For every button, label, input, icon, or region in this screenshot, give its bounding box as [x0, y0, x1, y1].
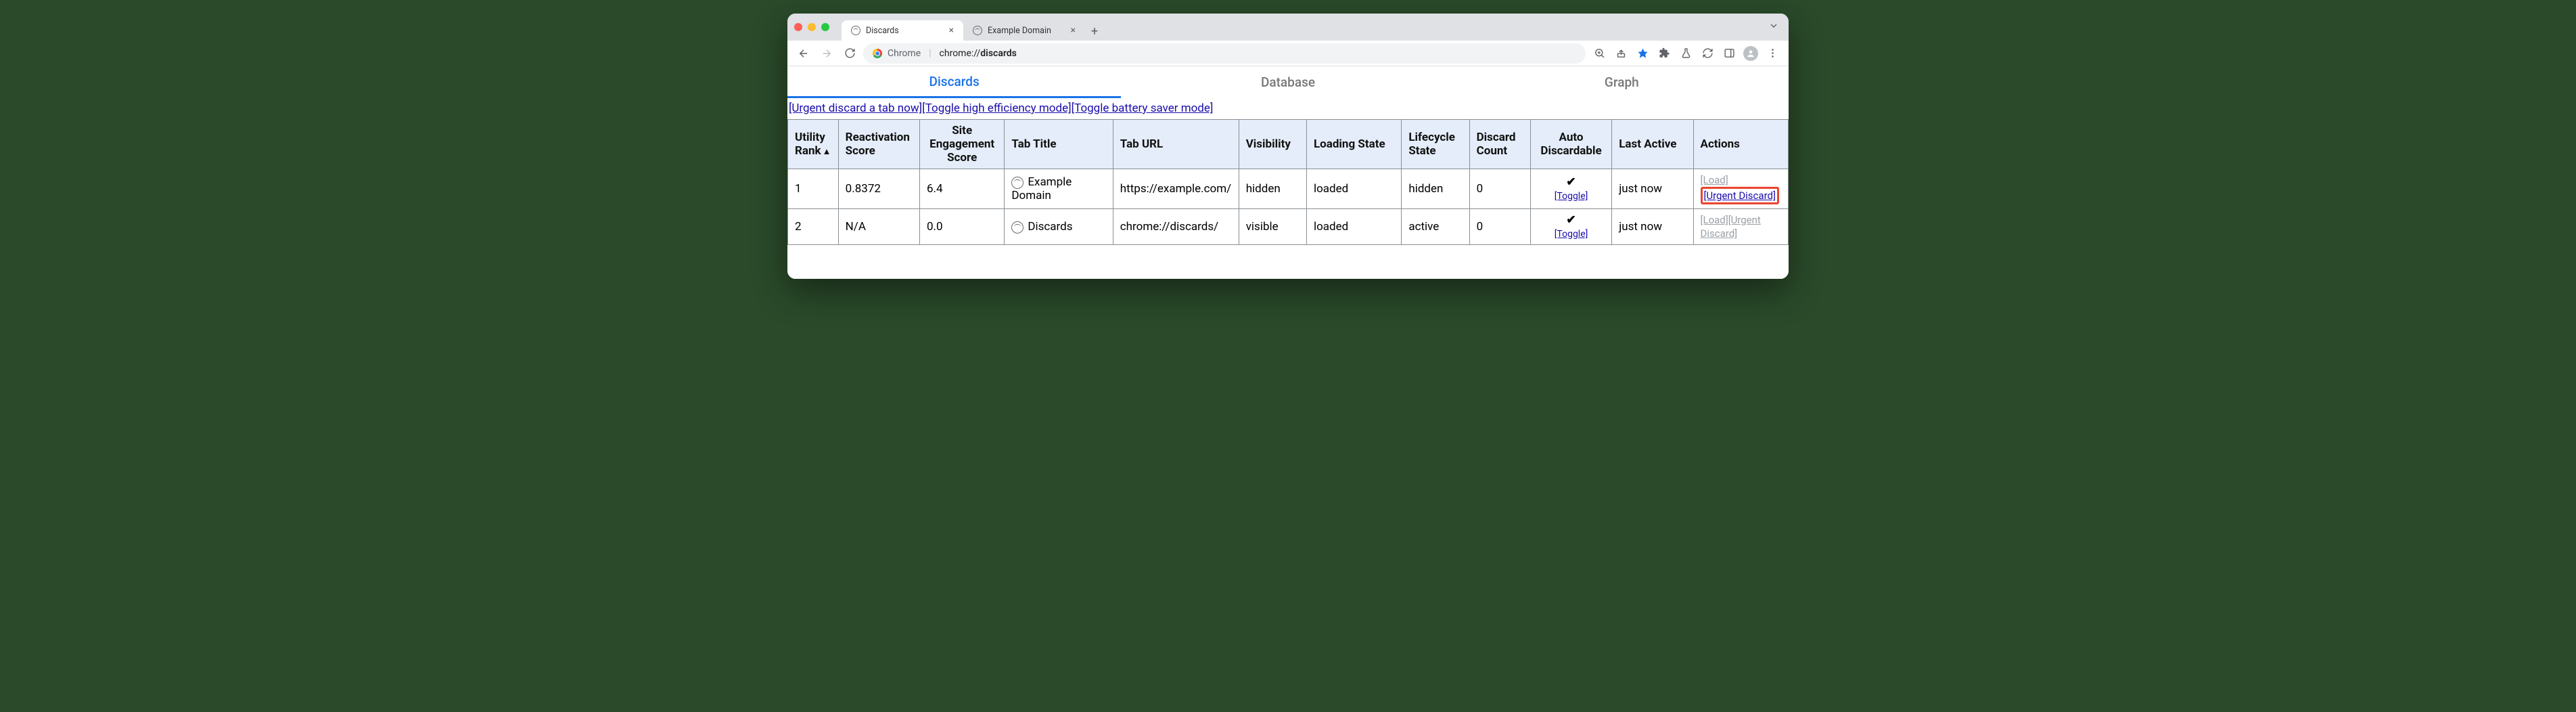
cell-title: Discards: [1005, 209, 1113, 245]
load-action: [Load]: [1701, 214, 1728, 226]
toolbar: Chrome | chrome://discards: [787, 41, 1789, 66]
col-lifecycle[interactable]: Lifecycle State: [1402, 120, 1469, 169]
subtab-database[interactable]: Database: [1121, 66, 1454, 98]
side-panel-icon[interactable]: [1720, 44, 1739, 63]
toggle-auto-discard-link[interactable]: [Toggle]: [1555, 191, 1588, 202]
globe-icon: [1011, 221, 1024, 233]
profile-avatar[interactable]: [1741, 44, 1760, 63]
highlight-box: [Urgent Discard]: [1701, 187, 1779, 204]
toggle-battery-link[interactable]: [Toggle battery saver mode]: [1072, 102, 1214, 115]
col-auto-discard[interactable]: Auto Discardable: [1530, 120, 1611, 169]
cell-reactivation: N/A: [838, 209, 919, 245]
urgent-discard-action[interactable]: [Urgent Discard]: [1704, 190, 1776, 202]
cell-url: https://example.com/: [1113, 169, 1239, 209]
zoom-icon[interactable]: [1590, 44, 1609, 63]
col-discard-count[interactable]: Discard Count: [1469, 120, 1530, 169]
page-tabs: Discards Database Graph: [787, 66, 1789, 99]
kebab-menu-icon[interactable]: [1763, 44, 1782, 63]
titlebar: Discards × Example Domain × +: [787, 14, 1789, 41]
address-bar[interactable]: Chrome | chrome://discards: [863, 43, 1586, 64]
col-tab-title[interactable]: Tab Title: [1005, 120, 1113, 169]
col-loading[interactable]: Loading State: [1306, 120, 1401, 169]
back-button[interactable]: [794, 44, 813, 63]
page-content: Discards Database Graph [Urgent discard …: [787, 66, 1789, 279]
cell-auto-discardable: ✔ [Toggle]: [1530, 169, 1611, 209]
col-visibility[interactable]: Visibility: [1239, 120, 1306, 169]
cell-visibility: visible: [1239, 209, 1306, 245]
cell-lifecycle: hidden: [1402, 169, 1469, 209]
share-icon[interactable]: [1611, 44, 1630, 63]
cell-loading: loaded: [1306, 169, 1401, 209]
tab-title: Example Domain: [988, 26, 1065, 36]
cell-loading: loaded: [1306, 209, 1401, 245]
update-icon[interactable]: [1698, 44, 1717, 63]
sort-asc-icon: ▲: [823, 147, 831, 157]
cell-reactivation: 0.8372: [838, 169, 919, 209]
close-tab-icon[interactable]: ×: [949, 25, 954, 36]
cell-title: Example Domain: [1005, 169, 1113, 209]
cell-actions: [Load] [Urgent Discard]: [1693, 169, 1788, 209]
quick-actions-row: [Urgent discard a tab now][Toggle high e…: [787, 99, 1789, 119]
tab-strip: Discards × Example Domain × +: [842, 14, 1104, 41]
col-actions[interactable]: Actions: [1693, 120, 1788, 169]
new-tab-button[interactable]: +: [1085, 22, 1104, 41]
table-row: 2N/A0.0Discardschrome://discards/visible…: [788, 209, 1789, 245]
labs-icon[interactable]: [1676, 44, 1695, 63]
col-tab-url[interactable]: Tab URL: [1113, 120, 1239, 169]
url-path: chrome://discards: [940, 48, 1017, 59]
subtab-graph[interactable]: Graph: [1455, 66, 1789, 98]
col-engagement[interactable]: Site Engagement Score: [920, 120, 1005, 169]
table-row: 10.83726.4Example Domainhttps://example.…: [788, 169, 1789, 209]
check-icon: ✔: [1538, 213, 1605, 227]
toolbar-actions: [1590, 44, 1782, 63]
minimize-window-button[interactable]: [808, 23, 816, 31]
bookmark-star-icon[interactable]: [1633, 44, 1652, 63]
cell-last-active: just now: [1612, 169, 1693, 209]
cell-rank: 2: [788, 209, 839, 245]
browser-tab[interactable]: Example Domain ×: [963, 20, 1085, 41]
col-reactivation[interactable]: Reactivation Score: [838, 120, 919, 169]
cell-discard-count: 0: [1469, 209, 1530, 245]
globe-icon: [851, 26, 860, 35]
cell-engagement: 6.4: [920, 169, 1005, 209]
globe-icon: [973, 26, 982, 35]
load-action: [Load]: [1701, 174, 1728, 186]
check-icon: ✔: [1538, 175, 1605, 189]
reload-button[interactable]: [840, 44, 859, 63]
close-tab-icon[interactable]: ×: [1071, 25, 1076, 36]
toggle-efficiency-link[interactable]: [Toggle high efficiency mode]: [922, 102, 1071, 115]
cell-visibility: hidden: [1239, 169, 1306, 209]
cell-engagement: 0.0: [920, 209, 1005, 245]
col-utility-rank[interactable]: Utility Rank▲: [788, 120, 839, 169]
urgent-discard-link[interactable]: [Urgent discard a tab now]: [789, 102, 922, 115]
maximize-window-button[interactable]: [821, 23, 829, 31]
browser-window: Discards × Example Domain × + Chr: [787, 14, 1789, 279]
toggle-auto-discard-link[interactable]: [Toggle]: [1555, 229, 1588, 240]
cell-lifecycle: active: [1402, 209, 1469, 245]
chrome-icon: [873, 49, 882, 58]
forward-button[interactable]: [817, 44, 836, 63]
discards-table: Utility Rank▲ Reactivation Score Site En…: [787, 119, 1789, 245]
col-last-active[interactable]: Last Active: [1612, 120, 1693, 169]
origin-label: Chrome: [888, 48, 921, 59]
tab-title: Discards: [866, 26, 944, 36]
subtab-discards[interactable]: Discards: [787, 66, 1121, 98]
extensions-icon[interactable]: [1655, 44, 1674, 63]
browser-tab[interactable]: Discards ×: [842, 20, 963, 41]
close-window-button[interactable]: [794, 23, 802, 31]
traffic-lights: [794, 23, 829, 31]
cell-url: chrome://discards/: [1113, 209, 1239, 245]
tab-overview-button[interactable]: [1766, 20, 1782, 34]
cell-discard-count: 0: [1469, 169, 1530, 209]
cell-auto-discardable: ✔ [Toggle]: [1530, 209, 1611, 245]
globe-icon: [1011, 177, 1024, 189]
separator: |: [926, 48, 934, 59]
cell-rank: 1: [788, 169, 839, 209]
cell-last-active: just now: [1612, 209, 1693, 245]
cell-actions: [Load][Urgent Discard]: [1693, 209, 1788, 245]
